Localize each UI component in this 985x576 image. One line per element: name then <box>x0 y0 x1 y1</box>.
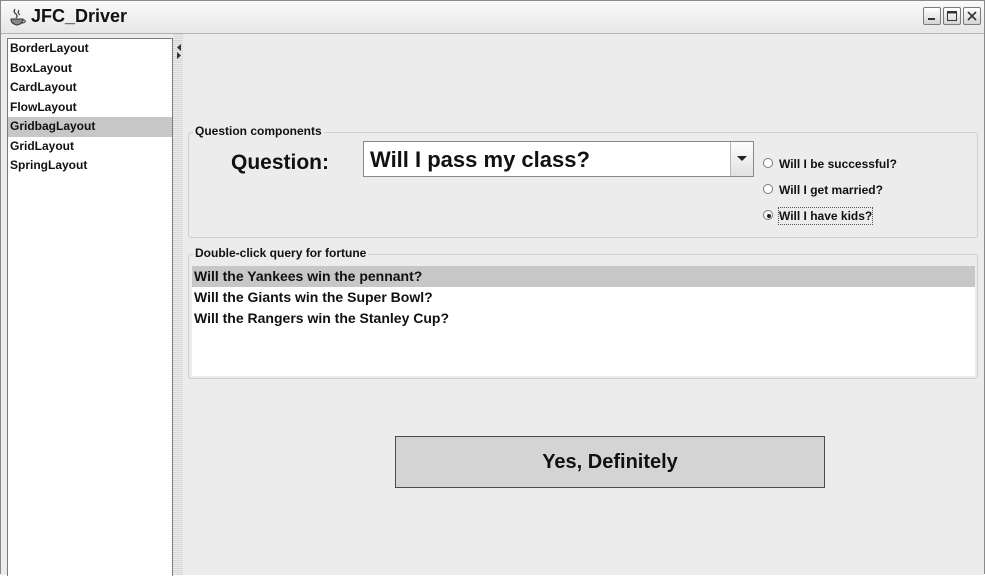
list-item-giants[interactable]: Will the Giants win the Super Bowl? <box>192 287 975 308</box>
combo-dropdown-button[interactable] <box>730 142 753 176</box>
list-item-yankees[interactable]: Will the Yankees win the pennant? <box>192 266 975 287</box>
question-group-title: Question components <box>193 124 324 138</box>
layout-item-boxlayout[interactable]: BoxLayout <box>8 59 172 79</box>
radio-circle <box>763 158 773 168</box>
fortune-answer-display: Yes, Definitely <box>395 436 825 488</box>
chevron-down-icon <box>737 156 747 161</box>
layout-item-gridlayout[interactable]: GridLayout <box>8 137 172 157</box>
layout-item-borderlayout[interactable]: BorderLayout <box>8 39 172 59</box>
layout-item-gridbaglayout[interactable]: GridbagLayout <box>8 117 172 137</box>
minimize-button[interactable] <box>923 7 941 25</box>
layout-item-flowlayout[interactable]: FlowLayout <box>8 98 172 118</box>
radio-label: Will I get married? <box>779 183 883 197</box>
radio-circle-checked <box>763 210 773 220</box>
title-bar[interactable]: JFC_Driver <box>1 1 984 34</box>
maximize-button[interactable] <box>943 7 961 25</box>
radio-circle <box>763 184 773 194</box>
radio-dot <box>767 214 771 218</box>
layout-item-springlayout[interactable]: SpringLayout <box>8 156 172 176</box>
fortune-group-title: Double-click query for fortune <box>193 246 369 260</box>
minimize-icon <box>928 18 935 20</box>
java-cup-icon <box>9 7 27 27</box>
radio-label: Will I be successful? <box>779 157 897 171</box>
fortune-query-list[interactable]: Will the Yankees win the pennant? Will t… <box>192 266 975 376</box>
question-label: Question: <box>231 151 329 174</box>
list-item-rangers[interactable]: Will the Rangers win the Stanley Cup? <box>192 308 975 329</box>
close-icon <box>967 11 977 21</box>
app-window: JFC_Driver BorderLayout BoxLayout CardLa… <box>0 0 985 576</box>
close-button[interactable] <box>963 7 981 25</box>
question-combo-value: Will I pass my class? <box>370 147 590 172</box>
maximize-icon <box>947 11 957 21</box>
window-title: JFC_Driver <box>31 6 128 26</box>
arrow-right-icon[interactable] <box>176 46 182 64</box>
layout-list[interactable]: BorderLayout BoxLayout CardLayout FlowLa… <box>7 38 173 576</box>
question-combobox[interactable]: Will I pass my class? <box>363 141 754 177</box>
radio-label: Will I have kids? <box>777 207 874 225</box>
layout-item-cardlayout[interactable]: CardLayout <box>8 78 172 98</box>
split-pane-divider[interactable] <box>173 34 183 575</box>
